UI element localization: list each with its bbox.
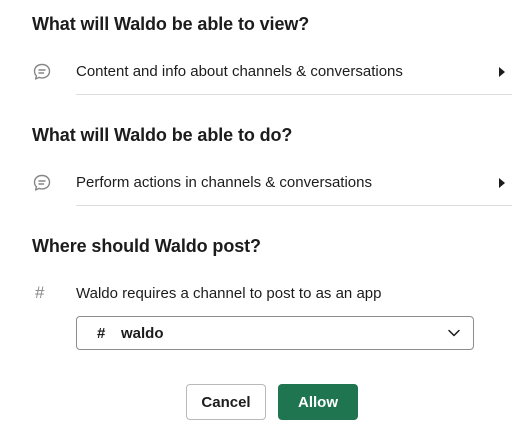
cancel-button[interactable]: Cancel [186,384,266,420]
view-section-heading: What will Waldo be able to view? [32,14,310,34]
post-description: Waldo requires a channel to post to as a… [76,285,382,302]
channel-select-value: waldo [121,325,164,342]
message-bubble-icon [32,173,52,193]
view-permission-row[interactable]: Content and info about channels & conver… [0,50,512,94]
message-bubble-icon [32,62,52,82]
do-permission-label: Perform actions in channels & conversati… [76,174,372,191]
oauth-permissions-page: What will Waldo be able to view? Content… [0,0,532,438]
channel-select[interactable]: # waldo [76,316,474,350]
post-section-heading: Where should Waldo post? [32,236,261,256]
caret-right-icon[interactable] [499,67,505,77]
do-permission-row[interactable]: Perform actions in channels & conversati… [0,161,512,205]
divider [76,205,512,206]
divider [76,94,512,95]
view-permission-label: Content and info about channels & conver… [76,63,403,80]
chevron-down-icon [447,326,461,340]
hash-icon: # [35,283,45,302]
channel-hash-icon: # [97,325,106,342]
do-section-heading: What will Waldo be able to do? [32,125,293,145]
caret-right-icon[interactable] [499,178,505,188]
allow-button[interactable]: Allow [278,384,358,420]
